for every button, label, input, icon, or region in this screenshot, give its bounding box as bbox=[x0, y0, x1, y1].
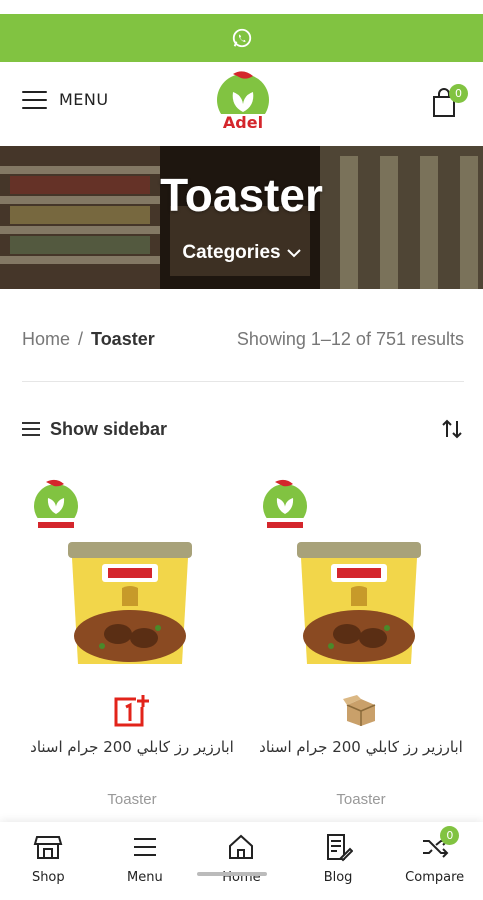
box-icon bbox=[343, 695, 376, 726]
home-icon bbox=[229, 834, 254, 859]
top-bar bbox=[0, 14, 483, 62]
menu-icon bbox=[133, 838, 156, 856]
product-card[interactable]: ابارزير رز كابلي 200 جرام اسناد Toaster bbox=[22, 478, 242, 818]
show-sidebar-label: Show sidebar bbox=[50, 418, 168, 439]
nav-shop[interactable]: Shop bbox=[0, 822, 97, 900]
shop-toolbar: Show sidebar bbox=[22, 416, 464, 442]
compare-count-badge: 0 bbox=[440, 826, 460, 845]
sort-icon[interactable] bbox=[440, 417, 464, 441]
store-icon bbox=[33, 836, 63, 859]
product-card[interactable]: ابارزير رز كابلي 200 جرام اسناد Toaster bbox=[251, 478, 471, 818]
nav-shop-label: Shop bbox=[31, 870, 65, 885]
nav-blog[interactable]: Blog bbox=[290, 822, 387, 900]
menu-button[interactable]: MENU bbox=[22, 90, 109, 109]
page-title: Toaster bbox=[160, 169, 323, 221]
hero-banner: Toaster Categories bbox=[0, 146, 483, 289]
chevron-down-icon bbox=[286, 249, 301, 258]
cart-count-badge: 0 bbox=[449, 84, 468, 103]
blog-icon bbox=[327, 834, 354, 862]
adel-logo[interactable]: Adel bbox=[211, 68, 275, 140]
product-title[interactable]: ابارزير رز كابلي 200 جرام اسناد bbox=[22, 735, 242, 759]
site-header: MENU Adel bbox=[0, 62, 483, 146]
categories-dropdown[interactable]: Categories bbox=[0, 242, 483, 264]
whatsapp-icon[interactable] bbox=[231, 27, 253, 49]
breadcrumb-row: Home / Toaster Showing 1–12 of 751 resul… bbox=[22, 326, 464, 352]
result-count: Showing 1–12 of 751 results bbox=[236, 328, 464, 349]
product-image[interactable] bbox=[62, 538, 198, 668]
adel-store-logo bbox=[262, 479, 308, 532]
menu-label: MENU bbox=[59, 90, 109, 109]
product-category[interactable]: Toaster bbox=[22, 791, 242, 808]
adel-store-logo bbox=[33, 479, 79, 532]
divider bbox=[22, 381, 464, 382]
breadcrumb-separator: / bbox=[78, 328, 84, 349]
breadcrumb-current: Toaster bbox=[91, 328, 155, 349]
categories-label: Categories bbox=[182, 242, 281, 263]
nav-compare-label: Compare bbox=[405, 870, 465, 885]
nav-menu[interactable]: Menu bbox=[97, 822, 194, 900]
show-sidebar-button[interactable]: Show sidebar bbox=[22, 419, 167, 440]
product-title[interactable]: ابارزير رز كابلي 200 جرام اسناد bbox=[251, 735, 471, 759]
breadcrumb-home-link[interactable]: Home bbox=[22, 329, 70, 350]
oneplus-logo-icon bbox=[114, 695, 150, 727]
hamburger-icon bbox=[22, 90, 47, 109]
product-category[interactable]: Toaster bbox=[251, 791, 471, 808]
nav-home[interactable]: Home bbox=[193, 822, 290, 900]
logo-text: Adel bbox=[223, 113, 263, 132]
home-indicator bbox=[197, 872, 267, 876]
sidebar-menu-icon bbox=[22, 422, 40, 436]
nav-compare[interactable]: Compare 0 bbox=[386, 822, 483, 900]
nav-menu-label: Menu bbox=[127, 870, 163, 885]
nav-blog-label: Blog bbox=[323, 870, 353, 885]
breadcrumb: Home / Toaster bbox=[22, 329, 155, 350]
product-image[interactable] bbox=[291, 538, 427, 668]
bottom-navigation: Shop Menu Home Blog Compare 0 bbox=[0, 822, 483, 900]
